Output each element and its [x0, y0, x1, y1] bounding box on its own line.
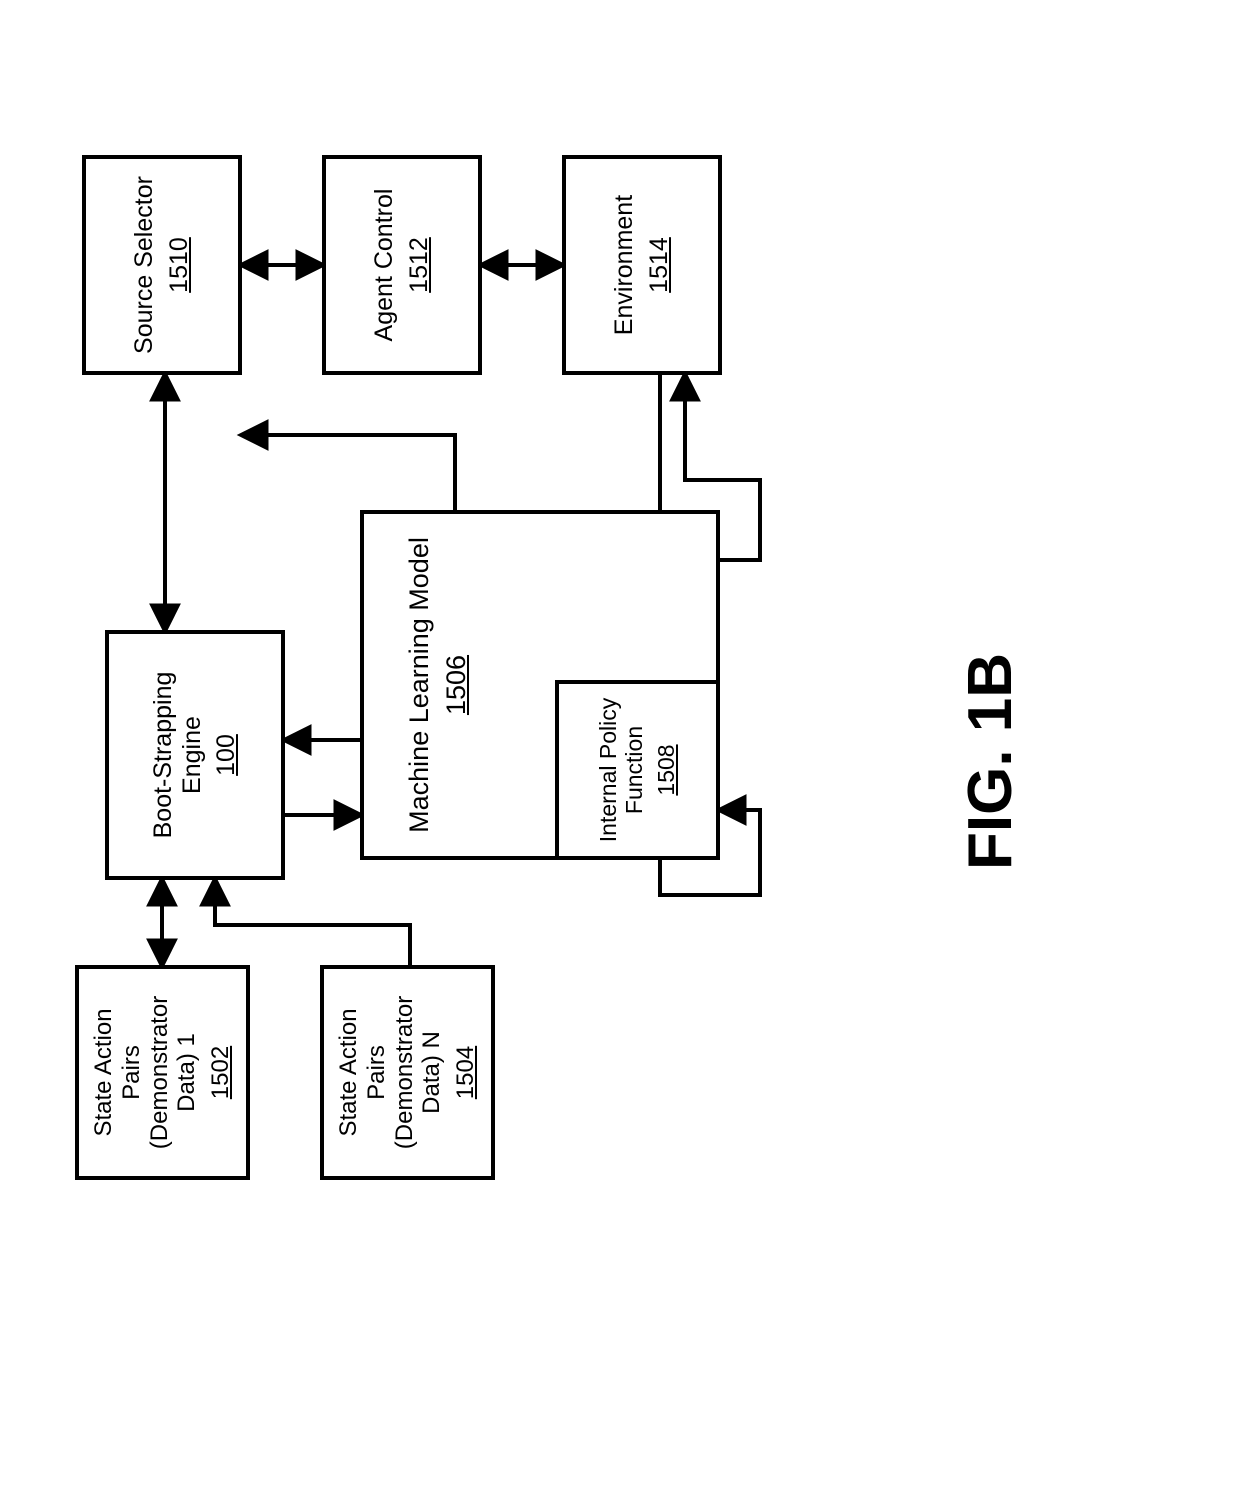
ref-state-action-pairs-1: 1502	[207, 1046, 235, 1099]
label-agent-control: Agent Control	[370, 189, 399, 342]
label-environment: Environment	[610, 195, 639, 335]
ref-source-selector: 1510	[165, 237, 194, 293]
ref-boot-strapping-engine: 100	[212, 734, 241, 776]
label-source-selector: Source Selector	[130, 176, 159, 354]
box-environment: Environment 1514	[562, 155, 722, 375]
ref-state-action-pairs-n: 1504	[452, 1046, 480, 1099]
label-state-action-pairs-n: State Action Pairs (Demonstrator Data) N	[335, 979, 445, 1166]
ref-agent-control: 1512	[405, 237, 434, 293]
box-state-action-pairs-n: State Action Pairs (Demonstrator Data) N…	[320, 965, 495, 1180]
box-internal-policy-function: Internal Policy Function 1508	[555, 680, 720, 860]
figure-label: FIG. 1B	[955, 653, 1026, 870]
box-boot-strapping-engine: Boot-Strapping Engine 100	[105, 630, 285, 880]
ref-internal-policy-function: 1508	[653, 744, 680, 795]
box-agent-control: Agent Control 1512	[322, 155, 482, 375]
label-machine-learning-model: Machine Learning Model	[404, 537, 435, 833]
ref-environment: 1514	[645, 237, 674, 293]
label-boot-strapping-engine: Boot-Strapping Engine	[149, 644, 207, 866]
label-state-action-pairs-1: State Action Pairs (Demonstrator Data) 1	[90, 979, 200, 1166]
box-source-selector: Source Selector 1510	[82, 155, 242, 375]
box-machine-learning-model: Machine Learning Model 1506 Internal Pol…	[360, 510, 720, 860]
diagram-canvas: State Action Pairs (Demonstrator Data) 1…	[0, 0, 1240, 1497]
ref-machine-learning-model: 1506	[441, 655, 472, 715]
box-state-action-pairs-1: State Action Pairs (Demonstrator Data) 1…	[75, 965, 250, 1180]
label-internal-policy-function: Internal Policy Function	[595, 694, 648, 846]
